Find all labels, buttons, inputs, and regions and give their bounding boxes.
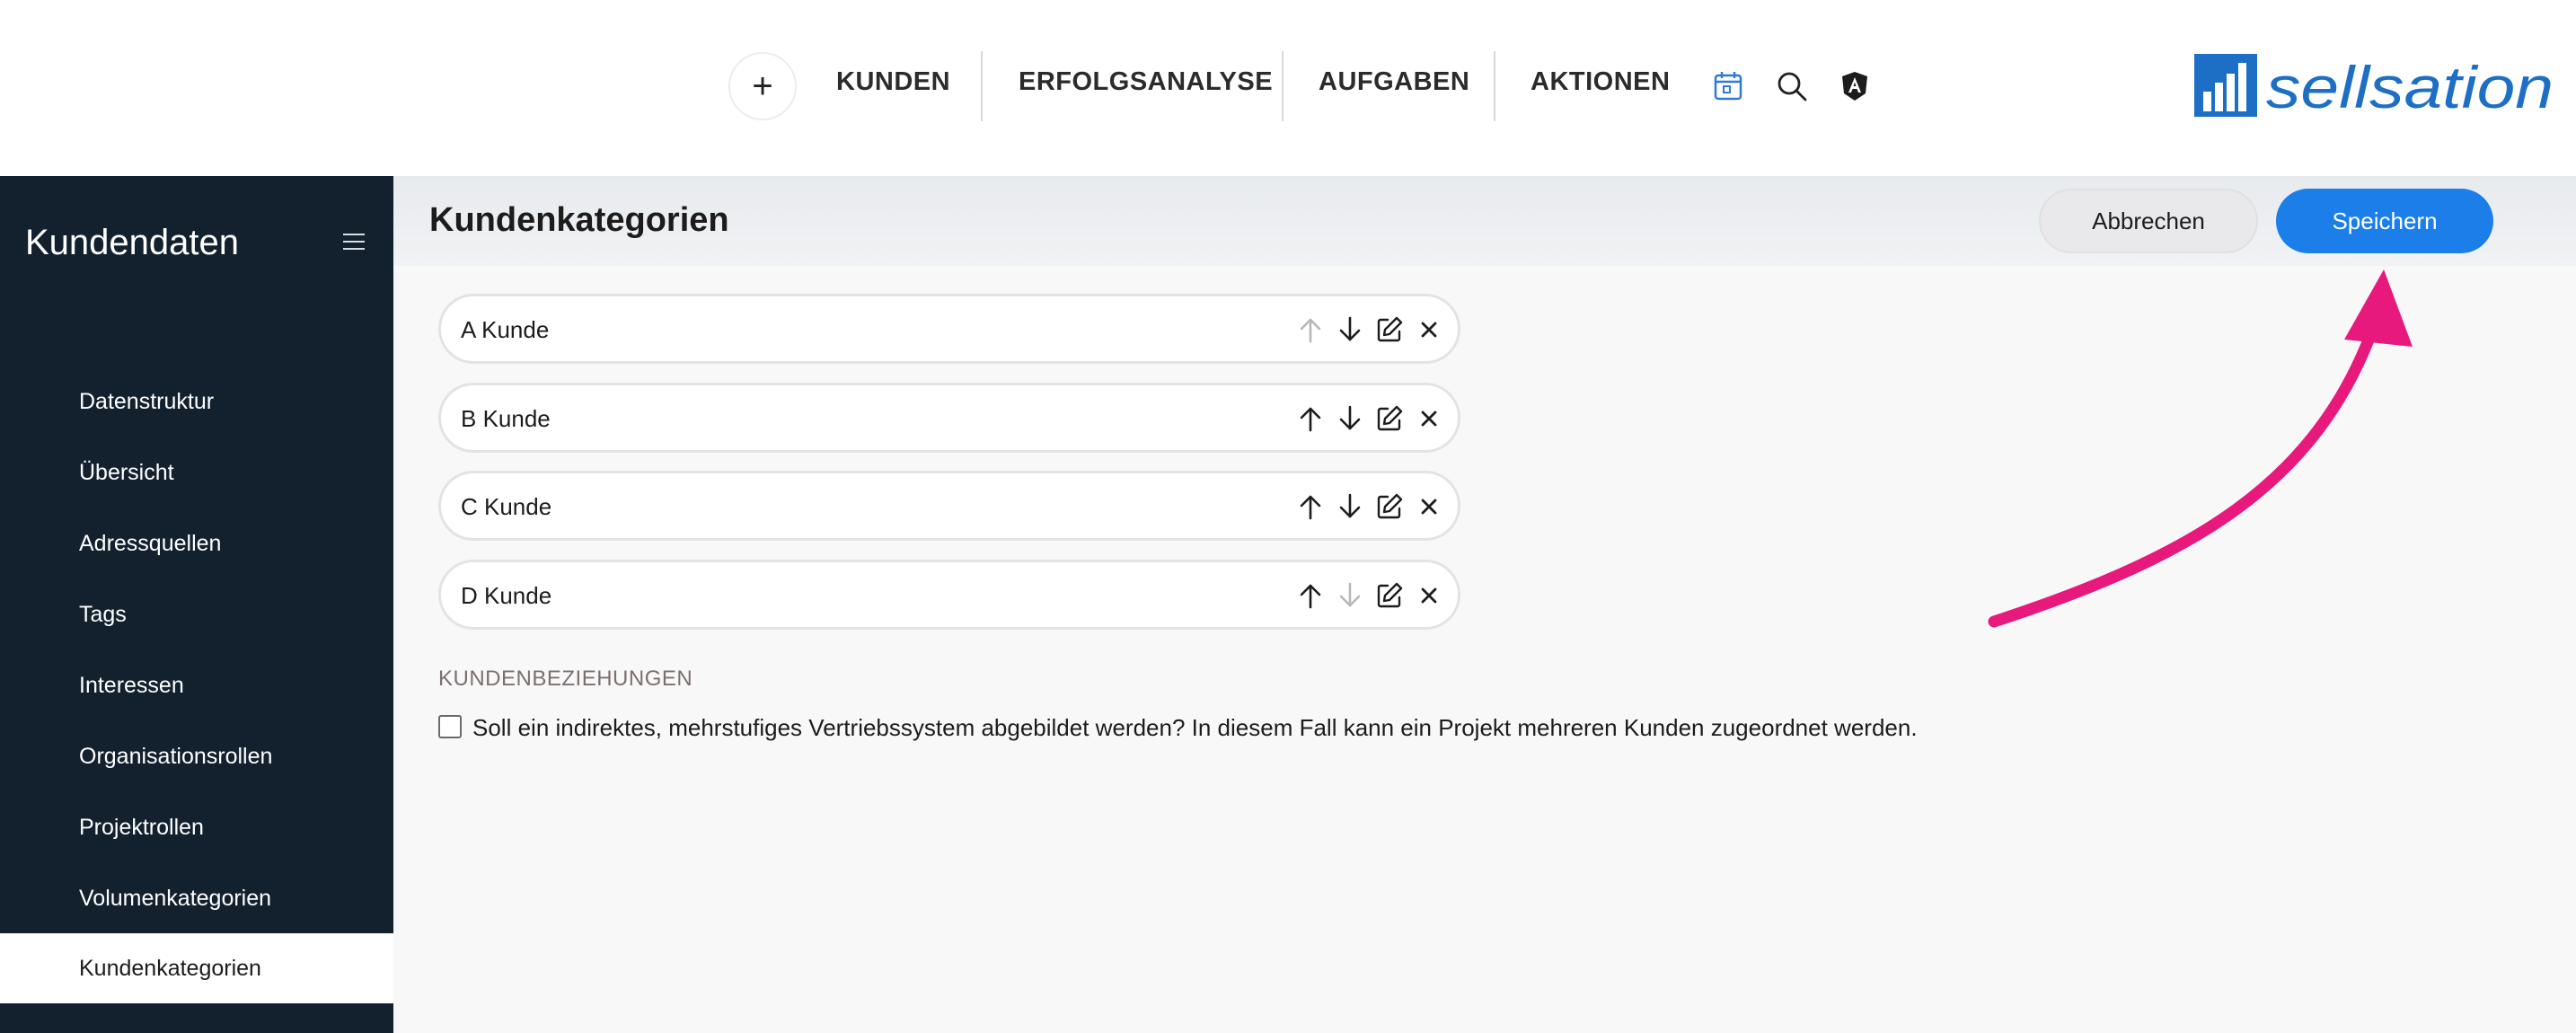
sidebar-title: Kundendaten: [25, 223, 240, 262]
nav-separator: [1494, 51, 1495, 121]
menu-icon[interactable]: [343, 232, 368, 253]
indirect-sales-checkbox-label: Soll ein indirektes, mehrstufiges Vertri…: [472, 714, 1918, 741]
sidebar: Kundendaten Datenstruktur Übersicht Adre…: [0, 176, 393, 1033]
move-down-icon: [1334, 578, 1366, 613]
section-label-kundenbeziehungen: KUNDENBEZIEHUNGEN: [438, 667, 693, 691]
sidebar-item-organisationsrollen[interactable]: Organisationsrollen: [0, 721, 393, 791]
angular-shield-icon[interactable]: [1837, 68, 1873, 104]
sidebar-item-adressquellen[interactable]: Adressquellen: [0, 508, 393, 578]
delete-icon[interactable]: [1413, 402, 1445, 436]
category-actions: [1294, 490, 1445, 524]
nav-separator: [981, 51, 983, 121]
category-label: C Kunde: [461, 493, 552, 520]
sellsation-logo: sellsation: [2194, 54, 2554, 120]
sidebar-item-interessen[interactable]: Interessen: [0, 650, 393, 720]
sidebar-item-uebersicht[interactable]: Übersicht: [0, 437, 393, 508]
sidebar-item-kundenkategorien[interactable]: Kundenkategorien: [0, 933, 393, 1003]
nav-erfolgsanalyse[interactable]: ERFOLGSANALYSE: [1019, 67, 1273, 97]
move-down-icon[interactable]: [1334, 313, 1366, 347]
category-row[interactable]: A Kunde: [438, 294, 1460, 364]
cancel-button[interactable]: Abbrechen: [2039, 189, 2258, 253]
move-up-icon: [1294, 313, 1327, 347]
delete-icon[interactable]: [1413, 490, 1445, 524]
nav-kunden[interactable]: KUNDEN: [836, 67, 950, 97]
nav-aktionen[interactable]: AKTIONEN: [1531, 67, 1670, 97]
edit-icon[interactable]: [1373, 490, 1406, 524]
edit-icon[interactable]: [1373, 313, 1406, 347]
move-down-icon[interactable]: [1334, 402, 1366, 436]
svg-text:sellsation: sellsation: [2266, 54, 2554, 120]
category-row[interactable]: C Kunde: [438, 471, 1460, 541]
save-button[interactable]: Speichern: [2276, 189, 2493, 253]
category-label: A Kunde: [461, 316, 550, 343]
sidebar-item-volumenkategorien[interactable]: Volumenkategorien: [0, 863, 393, 933]
indirect-sales-checkbox[interactable]: [438, 715, 462, 738]
sidebar-item-tags[interactable]: Tags: [0, 579, 393, 649]
top-navigation-bar: + KUNDEN ERFOLGSANALYSE AUFGABEN AKTIONE…: [0, 0, 2576, 176]
edit-icon[interactable]: [1373, 578, 1406, 613]
category-actions: [1294, 313, 1445, 347]
move-up-icon[interactable]: [1294, 578, 1327, 613]
page-title: Kundenkategorien: [429, 201, 729, 239]
add-button[interactable]: +: [728, 52, 797, 120]
category-label: D Kunde: [461, 582, 552, 609]
category-label: B Kunde: [461, 405, 551, 432]
category-actions: [1294, 578, 1445, 613]
page-header: Kundenkategorien Abbrechen Speichern: [393, 176, 2576, 266]
sidebar-item-datenstruktur[interactable]: Datenstruktur: [0, 366, 393, 437]
sidebar-item-projektrollen[interactable]: Projektrollen: [0, 792, 393, 862]
category-row[interactable]: B Kunde: [438, 383, 1460, 453]
category-actions: [1294, 402, 1445, 436]
search-icon[interactable]: [1774, 68, 1810, 104]
nav-aufgaben[interactable]: AUFGABEN: [1319, 67, 1469, 97]
nav-separator: [1282, 51, 1284, 121]
move-up-icon[interactable]: [1294, 490, 1327, 524]
delete-icon[interactable]: [1413, 578, 1445, 613]
move-up-icon[interactable]: [1294, 402, 1327, 436]
edit-icon[interactable]: [1373, 402, 1406, 436]
calendar-icon[interactable]: [1710, 68, 1746, 104]
move-down-icon[interactable]: [1334, 490, 1366, 524]
category-row[interactable]: D Kunde: [438, 560, 1460, 630]
delete-icon[interactable]: [1413, 313, 1445, 347]
